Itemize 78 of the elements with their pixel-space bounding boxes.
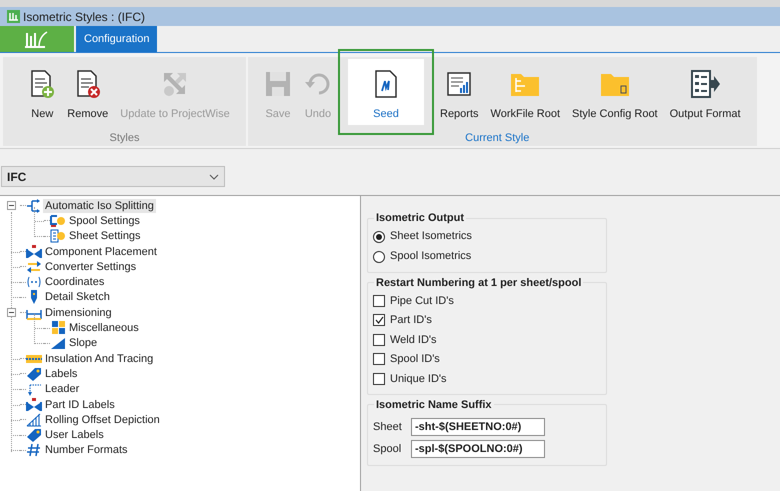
ribbon-group-label: Current Style [465, 130, 530, 146]
coordinates-icon [26, 275, 42, 290]
group-title: Isometric Output [375, 211, 466, 226]
sheet-gear-icon [50, 229, 66, 244]
save-icon [264, 70, 292, 98]
field-label: Spool [373, 442, 402, 457]
checkbox-label: Weld ID's [390, 332, 437, 348]
folder-icon [510, 71, 540, 97]
hash-icon [26, 443, 42, 458]
check-icon [374, 316, 384, 324]
tree-item[interactable]: Sheet Settings [67, 229, 143, 244]
tree-item[interactable]: Detail Sketch [43, 290, 112, 304]
app-icon [7, 10, 20, 23]
tree-item[interactable]: Slope [67, 336, 100, 350]
document-icon [374, 69, 398, 99]
valve-icon [26, 244, 42, 259]
tag-icon [26, 428, 42, 442]
slope-icon [50, 336, 66, 350]
leader-icon [26, 382, 42, 396]
swap-arrows-icon [26, 260, 42, 274]
tree-item[interactable]: Dimensioning [43, 306, 114, 320]
report-icon [445, 70, 474, 98]
ribbon-button[interactable]: WorkFile Root [484, 58, 566, 124]
tree-item[interactable]: Coordinates [43, 275, 106, 290]
remove-document-icon [74, 69, 101, 99]
tree-item[interactable]: Number Formats [43, 443, 130, 458]
radio-label: Spool Isometrics [390, 249, 472, 264]
ribbon-button[interactable]: Style Config Root [566, 58, 664, 124]
ribbon-group-label: Styles [110, 130, 140, 146]
tree-item[interactable]: Miscellaneous [67, 321, 141, 336]
checkbox[interactable] [373, 294, 385, 307]
ribbon-button[interactable]: Output Format [664, 58, 747, 124]
ribbon-button[interactable]: Reports [434, 58, 485, 124]
window-title: Isometric Styles : (IFC) [23, 8, 146, 26]
tree-item[interactable]: User Labels [43, 428, 106, 442]
tiles-icon [50, 321, 66, 336]
tree-item[interactable]: Rolling Offset Depiction [43, 412, 162, 427]
output-list-icon [690, 69, 720, 99]
suffix-field[interactable]: -spl-$(SPOOLNO:0#) [411, 440, 545, 458]
checkbox-label: Spool ID's [390, 352, 440, 367]
checkbox[interactable] [373, 372, 385, 385]
tree-item[interactable]: Automatic Iso Splitting [43, 198, 156, 213]
chevron-down-icon [209, 174, 219, 180]
checkbox-label: Pipe Cut ID's [390, 294, 454, 308]
radio-button[interactable] [373, 250, 385, 262]
split-arrows-icon [26, 198, 42, 213]
style-dropdown[interactable]: IFC [1, 166, 225, 187]
tree-item[interactable]: Converter Settings [43, 260, 138, 274]
radio-label: Sheet Isometrics [390, 229, 472, 244]
valve-icon [26, 398, 42, 412]
checkbox-label: Part ID's [390, 313, 432, 328]
rising-bars-icon [26, 412, 42, 427]
ribbon-button[interactable]: New [23, 58, 62, 124]
tree-item[interactable]: Part ID Labels [43, 398, 117, 412]
checkbox[interactable] [373, 314, 385, 326]
tree-item[interactable]: Component Placement [43, 244, 159, 259]
new-document-icon [29, 69, 56, 99]
field-label: Sheet [373, 420, 403, 435]
folder-icon [600, 71, 630, 97]
tree-item[interactable]: Leader [43, 382, 82, 396]
checkbox[interactable] [373, 353, 385, 366]
collapse-toggle[interactable] [6, 308, 16, 318]
collapse-toggle[interactable] [6, 201, 16, 210]
group-title: Restart Numbering at 1 per sheet/spool [375, 276, 582, 290]
ribbon-button[interactable]: Seed [348, 58, 424, 124]
tree-item[interactable]: Spool Settings [67, 214, 142, 228]
ribbon-tab[interactable]: Configuration [76, 26, 158, 52]
radio-button[interactable] [373, 230, 385, 242]
suffix-field[interactable]: -sht-$(SHEETNO:0#) [411, 418, 545, 436]
group-title: Isometric Name Suffix [375, 398, 493, 412]
checkbox-label: Unique ID's [390, 372, 447, 386]
tag-icon [26, 366, 42, 381]
spool-gear-icon [50, 214, 66, 228]
ribbon-button[interactable]: Remove [61, 58, 114, 124]
tree-item[interactable]: Labels [43, 366, 80, 381]
checkbox[interactable] [373, 334, 385, 346]
tree-item[interactable]: Insulation And Tracing [43, 352, 156, 366]
app-menu-button[interactable] [0, 26, 74, 52]
